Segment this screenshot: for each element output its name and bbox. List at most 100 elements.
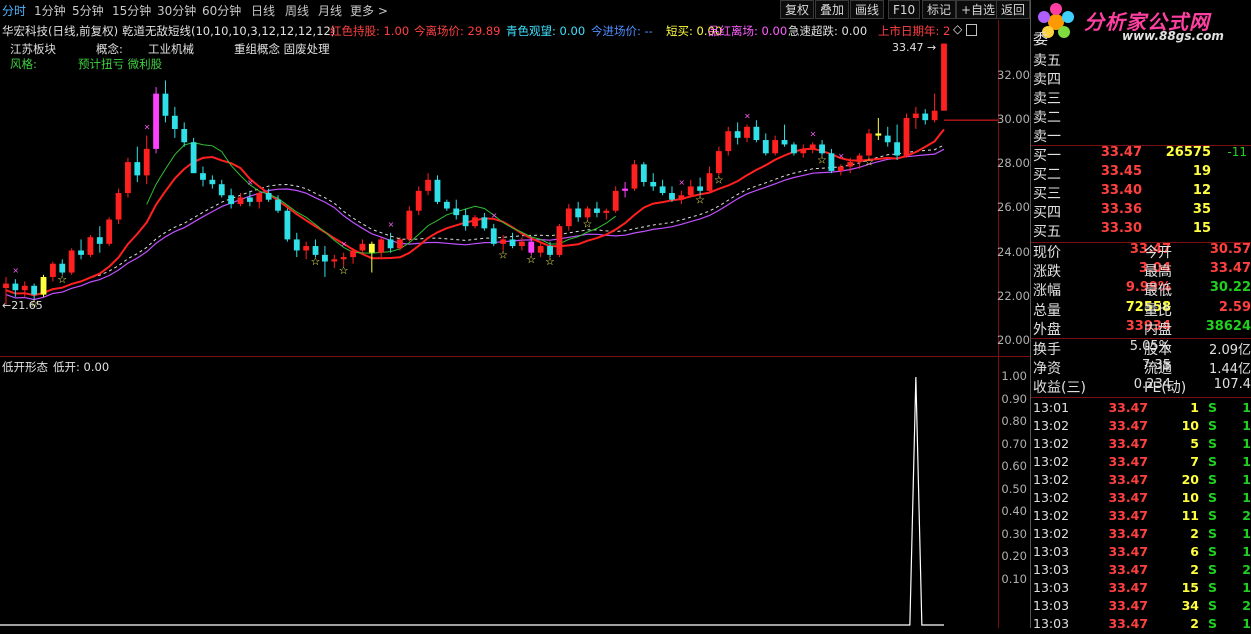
tick-count: 1 (1242, 526, 1251, 541)
candle-body (49, 263, 56, 277)
tick-row: 13:02 33.47 7 S 1 (1033, 454, 1251, 472)
tick-time: 13:03 (1033, 616, 1070, 631)
bid-label: 买三 (1033, 186, 1061, 202)
star-marker: ☆ (817, 154, 827, 167)
candle-body (368, 243, 375, 253)
quote-row: 外盘 33934 内盘 38624 (1033, 319, 1251, 338)
x-marker: × (341, 240, 348, 249)
tick-side: S (1208, 418, 1218, 433)
period-tab[interactable]: 日线 (251, 2, 275, 19)
candle-body (425, 179, 432, 191)
low-open-chart[interactable] (0, 357, 1030, 628)
toolbar-button[interactable]: 复权 (780, 0, 815, 19)
tick-volume: 10 (1181, 418, 1199, 433)
star-marker: ☆ (311, 255, 321, 268)
tick-price: 33.47 (1108, 562, 1148, 577)
ask-label: 卖四 (1033, 72, 1061, 88)
tick-count: 1 (1242, 616, 1251, 631)
toolbar-button[interactable]: 叠加 (815, 0, 850, 19)
ask-label: 卖二 (1033, 110, 1061, 126)
order-book-divider (1031, 145, 1251, 146)
period-tab[interactable]: 15分钟 (112, 2, 151, 19)
candle-body (265, 193, 272, 200)
candle-body (378, 239, 385, 253)
ask-row[interactable]: 卖三 (1033, 88, 1251, 107)
sub-tick-label: 0.80 (1001, 414, 1027, 428)
period-tab[interactable]: 60分钟 (202, 2, 241, 19)
tick-price: 33.47 (1108, 580, 1148, 595)
bid-label: 买四 (1033, 205, 1061, 221)
candle-body (809, 144, 816, 149)
tick-count: 1 (1242, 544, 1251, 559)
period-tab[interactable]: 更多 > (350, 2, 388, 19)
bid-row[interactable]: 买四 33.36 35 (1033, 202, 1251, 221)
tick-volume: 7 (1190, 454, 1199, 469)
period-tab[interactable]: 1分钟 (34, 2, 66, 19)
tick-time: 13:03 (1033, 562, 1070, 577)
toolbar-button[interactable]: 画线 (850, 0, 885, 19)
tick-time: 13:02 (1033, 418, 1070, 433)
candle-body (819, 144, 825, 154)
bid-price: 33.30 (1100, 221, 1142, 236)
bid-volume: 19 (1192, 164, 1211, 179)
candle-body (791, 144, 797, 154)
candle-body (509, 239, 516, 247)
candle-body (246, 197, 253, 202)
candle-body (594, 208, 600, 213)
tick-row: 13:03 33.47 6 S 1 (1033, 544, 1251, 562)
quote-label: 现价 (1033, 245, 1061, 261)
max-price-label: 33.47 → (892, 41, 936, 54)
ask-label: 卖三 (1033, 91, 1061, 107)
quote-label: 涨跌 (1033, 264, 1061, 281)
tick-volume: 10 (1181, 490, 1199, 505)
tick-price: 33.47 (1108, 490, 1148, 505)
tick-time: 13:02 (1033, 472, 1070, 487)
period-tab[interactable]: 5分钟 (72, 2, 104, 19)
quote-label: 涨幅 (1033, 283, 1061, 300)
bid-price: 33.47 (1100, 145, 1142, 160)
candle-body (678, 195, 685, 200)
bid-volume: 26575 (1165, 145, 1211, 160)
tick-row: 13:02 33.47 10 S 1 (1033, 490, 1251, 508)
toolbar-button[interactable]: 返回 (996, 0, 1031, 19)
candle-body (687, 186, 694, 196)
candle-body (134, 162, 141, 176)
bid-price: 33.36 (1100, 202, 1142, 217)
tick-price: 33.47 (1108, 598, 1148, 613)
toolbar-button[interactable]: F10 (888, 0, 921, 19)
candle-body (753, 126, 760, 141)
bid-row[interactable]: 买三 33.40 12 (1033, 183, 1251, 202)
ask-row[interactable]: 卖五 (1033, 50, 1251, 69)
candle-body (40, 276, 47, 295)
toolbar-button[interactable]: 标记 (922, 0, 957, 19)
ask-row[interactable]: 卖一 (1033, 126, 1251, 145)
candlestick-chart[interactable]: ☆☆☆☆☆ ☆ ☆☆☆☆☆ ☆××××××××××33.47 →←21.65 (0, 20, 1030, 356)
bid-row[interactable]: 买二 33.45 19 (1033, 164, 1251, 183)
bid-row[interactable]: 买五 33.30 15 (1033, 221, 1251, 240)
candle-body (941, 43, 947, 111)
candle-body (31, 285, 38, 295)
quote-row: 收益(三) 0.234 PE(动) 107.4 (1033, 377, 1251, 396)
period-tab[interactable]: 月线 (318, 2, 342, 19)
tick-volume: 2 (1190, 562, 1199, 577)
tick-row: 13:03 33.47 15 S 1 (1033, 580, 1251, 598)
bid-row[interactable]: 买一 33.47 26575 -11 (1033, 145, 1251, 164)
bid-label: 买五 (1033, 224, 1061, 240)
quote-row: 涨幅 9.99% 最低 30.22 (1033, 280, 1251, 299)
toolbar-button[interactable]: +自选 (956, 0, 1001, 19)
period-tab[interactable]: 周线 (285, 2, 309, 19)
quote-label: 量比 (1144, 302, 1172, 319)
x-marker: × (491, 211, 498, 220)
ask-row[interactable]: 卖四 (1033, 69, 1251, 88)
tick-time: 13:03 (1033, 544, 1070, 559)
period-tab[interactable]: 30分钟 (157, 2, 196, 19)
period-tab[interactable]: 分时 (2, 2, 26, 19)
bid-volume: 35 (1192, 202, 1211, 217)
ask-row[interactable]: 卖二 (1033, 107, 1251, 126)
tick-count: 1 (1242, 490, 1251, 505)
low-open-line (0, 376, 944, 626)
quote-row: 换手 5.05% 股本 2.09亿 (1033, 339, 1251, 358)
tick-time: 13:03 (1033, 598, 1070, 613)
candle-body (21, 285, 28, 291)
tick-row: 13:02 33.47 2 S 1 (1033, 526, 1251, 544)
